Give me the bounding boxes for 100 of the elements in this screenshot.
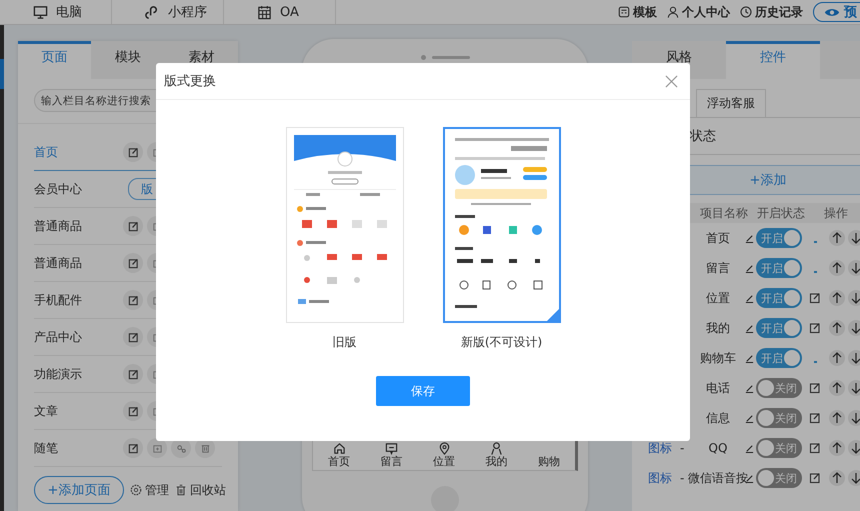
close-icon[interactable] (665, 74, 678, 88)
edit-icon[interactable] (123, 142, 143, 162)
page-name: 手机配件 (34, 292, 83, 308)
arrow-up-icon[interactable] (829, 350, 845, 366)
edit-icon[interactable] (123, 438, 143, 458)
icon-link[interactable]: 图标 (648, 470, 672, 486)
page-name: 产品中心 (34, 328, 83, 346)
page-name: 普通商品 (34, 254, 83, 272)
arrow-up-icon[interactable] (829, 260, 845, 276)
arrow-up-icon[interactable] (829, 470, 845, 486)
item-name: 首页 (706, 230, 730, 246)
edit-icon[interactable] (809, 382, 821, 394)
arrow-down-icon[interactable] (848, 230, 860, 246)
arrow-down-icon[interactable] (848, 290, 860, 306)
arrow-up-icon[interactable] (829, 230, 845, 246)
template-icon (618, 6, 630, 18)
message-icon (385, 442, 398, 455)
arrow-down-icon[interactable] (848, 410, 860, 426)
nav-item[interactable]: 位置 (418, 442, 470, 470)
column-header: 开启状态 (756, 204, 806, 222)
item-name: 购物车 (700, 350, 736, 366)
item-name: 我的 (706, 320, 730, 336)
eye-icon (824, 6, 840, 18)
device-tab[interactable]: 小程序 (112, 0, 224, 24)
arrow-down-icon[interactable] (848, 320, 860, 336)
item-name: 电话 (706, 380, 730, 396)
pencil-icon[interactable] (745, 294, 754, 302)
page-name: 普通商品 (34, 218, 83, 234)
device-tab[interactable]: 电脑 (0, 0, 112, 24)
item-name: 微信语音按 (688, 470, 748, 486)
recycle-bin-link[interactable]: 回收站 (175, 482, 226, 498)
edit-icon[interactable] (123, 290, 143, 310)
item-name: 留言 (706, 260, 730, 276)
item-name: QQ (708, 441, 728, 455)
nav-item[interactable]: 我的 (470, 442, 523, 470)
pencil-icon[interactable] (745, 324, 754, 332)
person-icon (490, 442, 503, 455)
page-name: 文章 (34, 402, 59, 420)
copy-icon[interactable] (147, 438, 167, 458)
icon-link[interactable]: 图标 (648, 440, 672, 456)
arrow-up-icon[interactable] (829, 380, 845, 396)
arrow-up-icon[interactable] (829, 410, 845, 426)
pencil-icon[interactable] (745, 414, 754, 422)
device-tab[interactable]: OA (224, 0, 336, 24)
page-name: 会员中心 (34, 180, 83, 198)
nav-item[interactable]: 首页 (313, 442, 366, 470)
arrow-down-icon[interactable] (848, 350, 860, 366)
nav-item[interactable]: 留言 (365, 442, 418, 470)
person-icon (667, 6, 679, 18)
edit-icon[interactable] (809, 322, 821, 334)
option-caption: 旧版 (332, 334, 356, 351)
pencil-icon[interactable] (745, 354, 754, 362)
arrow-down-icon[interactable] (848, 380, 860, 396)
arrow-up-icon[interactable] (829, 320, 845, 336)
arrow-down-icon[interactable] (848, 440, 860, 456)
edit-icon[interactable] (809, 442, 821, 454)
arrow-up-icon[interactable] (829, 440, 845, 456)
header-link[interactable]: 模板 (618, 4, 657, 20)
page-name: 首页 (34, 144, 59, 160)
page-name: 功能演示 (34, 366, 83, 382)
pencil-icon[interactable] (745, 264, 754, 272)
header-link[interactable]: 历史记录 (740, 4, 803, 20)
edit-icon[interactable] (809, 292, 821, 304)
location-pin-icon (438, 442, 451, 455)
edit-icon[interactable] (123, 253, 143, 273)
page-name: 随笔 (34, 440, 59, 456)
home-icon (332, 442, 346, 455)
edit-icon[interactable] (123, 327, 143, 347)
column-header: 操作 (823, 204, 849, 222)
pencil-icon[interactable] (745, 444, 754, 452)
edit-icon[interactable] (123, 401, 143, 421)
nav-item[interactable]: 购物 (522, 442, 576, 470)
arrow-down-icon[interactable] (848, 470, 860, 486)
table-cell: - (680, 471, 684, 485)
calendar-icon (257, 4, 272, 20)
status-label: 状态 (690, 128, 716, 145)
gear-icon (130, 484, 142, 496)
header-link[interactable]: 个人中心 (667, 4, 730, 20)
pencil-icon[interactable] (745, 234, 754, 242)
layout-option[interactable] (442, 127, 560, 323)
option-caption: 新版(不可设计) (460, 334, 542, 351)
clock-icon (740, 6, 752, 18)
item-name: 信息 (706, 410, 730, 426)
column-header: 项目名称 (699, 204, 749, 222)
table-cell: - (680, 441, 684, 455)
edit-icon[interactable] (123, 364, 143, 384)
pencil-icon[interactable] (745, 384, 754, 392)
panel-tab[interactable]: 模块 (91, 41, 165, 79)
edit-icon[interactable] (809, 472, 821, 484)
manage-link[interactable]: 管理 (130, 482, 169, 498)
item-name: 位置 (706, 290, 730, 306)
link-icon (145, 4, 160, 20)
trash-icon (175, 484, 187, 496)
arrow-down-icon[interactable] (848, 260, 860, 276)
monitor-icon (33, 4, 48, 20)
corner-marker (546, 309, 558, 321)
edit-icon[interactable] (123, 216, 143, 236)
arrow-up-icon[interactable] (829, 290, 845, 306)
edit-icon[interactable] (809, 412, 821, 424)
sub-tab[interactable]: 浮动客服 (696, 89, 766, 117)
